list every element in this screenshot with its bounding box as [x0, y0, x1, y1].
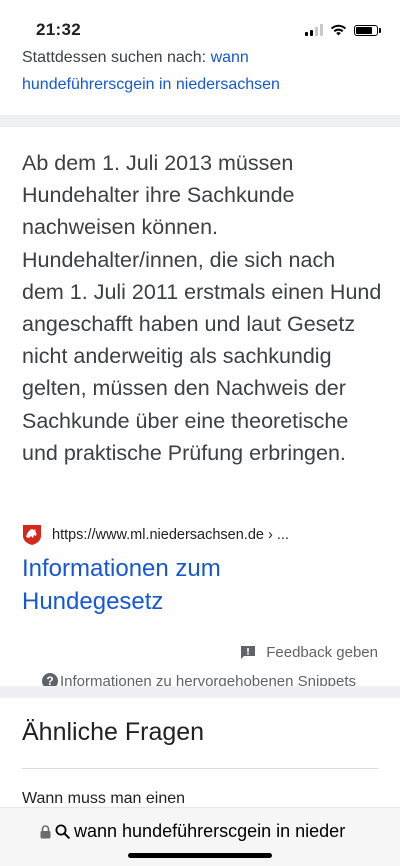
section-divider: [0, 686, 400, 698]
wifi-icon: [330, 24, 347, 36]
battery-level: [356, 26, 373, 34]
lock-icon: [40, 824, 51, 838]
feedback-button[interactable]: Feedback geben: [240, 644, 378, 661]
battery-icon: [354, 24, 381, 36]
status-icons: [305, 24, 381, 36]
cellular-signal-icon: [305, 24, 323, 36]
feedback-icon: [241, 645, 256, 659]
status-bar: 21:32: [0, 0, 400, 48]
search-icon: [55, 824, 70, 839]
browser-url-bar[interactable]: wann hundeführerscgein in nieder: [0, 807, 400, 866]
featured-snippet-text: Ab dem 1. Juli 2013 müssen Hundehalter i…: [22, 151, 382, 465]
result-source[interactable]: https://www.ml.niedersachsen.de › ...: [22, 524, 289, 546]
url-text: wann hundeführerscgein in nieder: [74, 821, 346, 841]
related-questions-title: Ähnliche Fragen: [22, 718, 205, 746]
spelling-suggestion: Stattdessen suchen nach: wann hundeführe…: [22, 44, 382, 98]
spelling-prefix: Stattdessen suchen nach:: [22, 49, 211, 66]
result-title-link[interactable]: Informationen zum Hundegesetz: [22, 552, 362, 618]
divider: [22, 768, 378, 769]
niedersachsen-favicon-icon: [23, 525, 41, 545]
feedback-label: Feedback geben: [266, 644, 378, 661]
home-indicator: [128, 853, 272, 858]
url-field[interactable]: wann hundeführerscgein in nieder: [40, 821, 370, 842]
related-question-item[interactable]: Wann muss man einen: [22, 790, 185, 808]
status-time: 21:32: [36, 20, 81, 39]
section-divider: [0, 115, 400, 127]
source-url: https://www.ml.niedersachsen.de › ...: [52, 527, 289, 543]
